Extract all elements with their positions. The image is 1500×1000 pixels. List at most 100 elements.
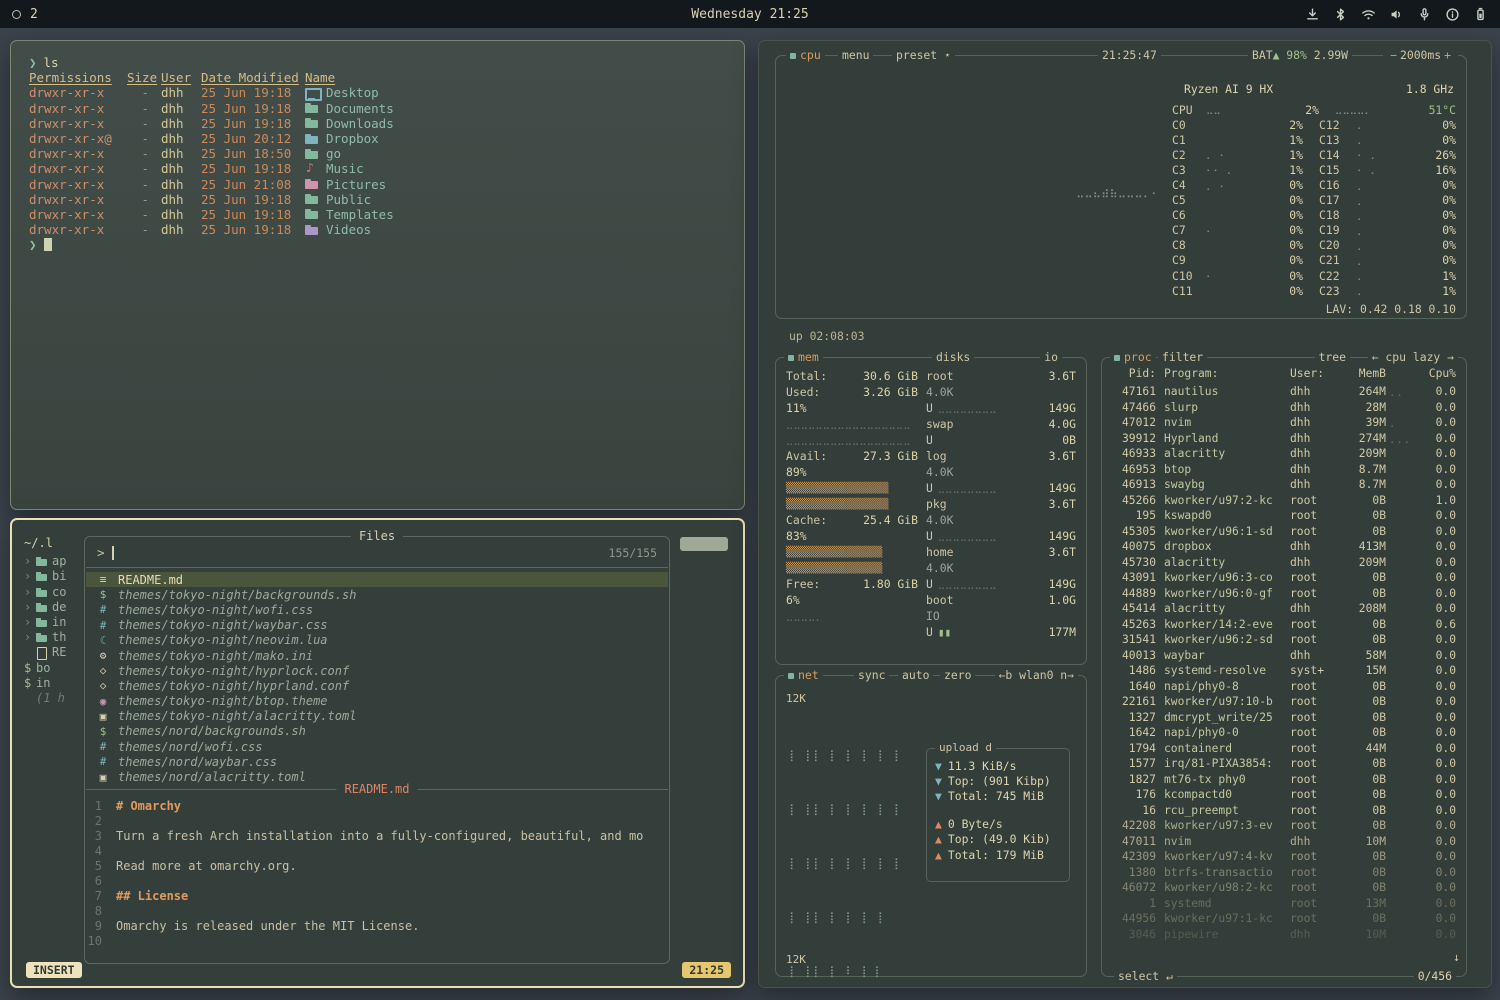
- picker-item[interactable]: # themes/tokyo-night/wofi.css: [86, 602, 668, 617]
- process-row[interactable]: 1486 systemd-resolve syst+ 15M 0.0: [1110, 663, 1458, 679]
- process-row[interactable]: 1380 btrfs-transactio root 0B 0.0: [1110, 865, 1458, 881]
- menu-button[interactable]: menu: [838, 48, 873, 63]
- user-column-header[interactable]: User:: [1284, 367, 1334, 380]
- io-toggle[interactable]: io: [1040, 350, 1062, 365]
- picker-item[interactable]: # themes/nord/wofi.css: [86, 739, 668, 754]
- tree-item[interactable]: $ in: [24, 676, 92, 691]
- picker-item[interactable]: ◇ themes/tokyo-night/hyprland.conf: [86, 678, 668, 693]
- program-column-header[interactable]: Program:: [1156, 367, 1284, 380]
- mem-panel-title[interactable]: mem: [784, 350, 823, 365]
- wifi-icon[interactable]: [1361, 7, 1376, 22]
- picker-item[interactable]: ◇ themes/tokyo-night/hyprlock.conf: [86, 663, 668, 678]
- process-row[interactable]: 42309 kworker/u97:4-kv root 0B 0.0: [1110, 849, 1458, 865]
- zero-toggle[interactable]: zero: [940, 668, 975, 683]
- process-row[interactable]: 46933 alacritty dhh 209M 0.0: [1110, 446, 1458, 462]
- process-row[interactable]: 1577 irq/81-PIXA3854: root 0B 0.0: [1110, 756, 1458, 772]
- disks-toggle[interactable]: disks: [932, 350, 974, 365]
- picker-item[interactable]: # themes/tokyo-night/waybar.css: [86, 618, 668, 633]
- sync-toggle[interactable]: sync: [854, 668, 889, 683]
- workspace-number[interactable]: 2: [30, 7, 38, 22]
- tree-item[interactable]: › in: [24, 615, 92, 630]
- process-row[interactable]: 22161 kworker/u97:10-b root 0B 0.0: [1110, 694, 1458, 710]
- tree-item[interactable]: $ bo: [24, 661, 92, 676]
- cpu-column-header[interactable]: Cpu%: [1418, 367, 1460, 380]
- process-row[interactable]: 45730 alacritty dhh 209M 0.0: [1110, 555, 1458, 571]
- cpu-panel-title[interactable]: cpu: [786, 48, 825, 63]
- process-row[interactable]: 45414 alacritty dhh 208M 0.0: [1110, 601, 1458, 617]
- interval-decrease-button[interactable]: −: [1387, 48, 1400, 62]
- process-row[interactable]: 3046 pipewire dhh 10M 0.0: [1110, 927, 1458, 943]
- process-row[interactable]: 47012 nvim dhh 39M ⡀ 0.0: [1110, 415, 1458, 431]
- ls-file-row: drwxr-xr-x - dhh 25 Jun 19:18 Videos: [29, 222, 730, 237]
- picker-item[interactable]: ▣ themes/tokyo-night/alacritty.toml: [86, 709, 668, 724]
- process-row[interactable]: 1642 napi/phy0-0 root 0B 0.0: [1110, 725, 1458, 741]
- picker-scrollbar-thumb[interactable]: [680, 537, 728, 551]
- tree-toggle-button[interactable]: tree: [1315, 350, 1350, 365]
- picker-item[interactable]: ☾ themes/tokyo-night/neovim.lua: [86, 633, 668, 648]
- process-row[interactable]: 31541 kworker/u96:2-sd root 0B 0.0: [1110, 632, 1458, 648]
- tree-item[interactable]: › th: [24, 630, 92, 645]
- tree-item[interactable]: › ap: [24, 554, 92, 569]
- process-row[interactable]: 47466 slurp dhh 28M 0.0: [1110, 400, 1458, 416]
- picker-item[interactable]: $ themes/nord/backgrounds.sh: [86, 724, 668, 739]
- tray-arrow-icon[interactable]: [1305, 7, 1320, 22]
- picker-item[interactable]: # themes/nord/waybar.css: [86, 754, 668, 769]
- sort-column-selector[interactable]: ← cpu lazy →: [1368, 350, 1458, 365]
- tree-item[interactable]: › co: [24, 585, 92, 600]
- process-row[interactable]: 45305 kworker/u96:1-sd root 0B 0.0: [1110, 524, 1458, 540]
- workspace-indicator-icon[interactable]: [12, 10, 21, 19]
- process-row[interactable]: 1794 containerd root 44M 0.0: [1110, 741, 1458, 757]
- volume-icon[interactable]: [1389, 7, 1404, 22]
- picker-item[interactable]: $ themes/tokyo-night/backgrounds.sh: [86, 587, 668, 602]
- process-row[interactable]: 44956 kworker/u97:1-kc root 0B 0.0: [1110, 911, 1458, 927]
- process-row[interactable]: 45266 kworker/u97:2-kc root 0B 1.0: [1110, 493, 1458, 509]
- preset-button[interactable]: preset ⋆: [892, 48, 955, 63]
- interface-selector[interactable]: ←b wlan0 n→: [995, 668, 1078, 683]
- auto-toggle[interactable]: auto: [898, 668, 933, 683]
- process-row[interactable]: 1640 napi/phy0-8 root 0B 0.0: [1110, 679, 1458, 695]
- tree-item-icon: [36, 617, 47, 628]
- process-row[interactable]: 45263 kworker/14:2-eve root 0B 0.6: [1110, 617, 1458, 633]
- process-row[interactable]: 42208 kworker/u97:3-ev root 0B 0.0: [1110, 818, 1458, 834]
- process-row[interactable]: 176 kcompactd0 root 0B 0.0: [1110, 787, 1458, 803]
- process-row[interactable]: 39912 Hyprland dhh 274M ⡀⡀⡀ 0.0: [1110, 431, 1458, 447]
- process-row[interactable]: 16 rcu_preempt root 0B 0.0: [1110, 803, 1458, 819]
- mem-column-header[interactable]: MemB: [1334, 367, 1386, 380]
- process-row[interactable]: 44889 kworker/u96:0-gf root 0B 0.0: [1110, 586, 1458, 602]
- interval-increase-button[interactable]: +: [1441, 48, 1454, 62]
- process-row[interactable]: 1327 dmcrypt_write/25 root 0B 0.0: [1110, 710, 1458, 726]
- picker-item[interactable]: ◉ themes/tokyo-night/btop.theme: [86, 694, 668, 709]
- process-row[interactable]: 40075 dropbox dhh 413M 0.0: [1110, 539, 1458, 555]
- clock[interactable]: Wednesday 21:25: [691, 7, 808, 22]
- process-row[interactable]: 1 systemd root 13M 0.0: [1110, 896, 1458, 912]
- tree-item[interactable]: (1 h: [24, 691, 92, 706]
- proc-panel-title[interactable]: proc: [1110, 350, 1156, 365]
- info-icon[interactable]: [1445, 7, 1460, 22]
- select-hint[interactable]: select ↵: [1114, 969, 1177, 984]
- battery-icon[interactable]: [1473, 7, 1488, 22]
- pid-column-header[interactable]: Pid:: [1110, 367, 1156, 380]
- picker-search-input[interactable]: > 155/155: [97, 542, 657, 563]
- active-prompt-line[interactable]: ❯: [29, 237, 730, 252]
- tree-item[interactable]: › bi: [24, 569, 92, 584]
- bluetooth-icon[interactable]: [1333, 7, 1348, 22]
- filter-button[interactable]: filter: [1158, 350, 1207, 365]
- process-row[interactable]: 195 kswapd0 root 0B 0.0: [1110, 508, 1458, 524]
- tree-root-path[interactable]: ~/.l: [24, 536, 92, 551]
- process-row[interactable]: 43091 kworker/u96:3-co root 0B 0.0: [1110, 570, 1458, 586]
- net-stat-line: ▼ Total: 745 MiB: [935, 788, 1061, 803]
- scroll-down-indicator[interactable]: ↓: [1453, 950, 1460, 964]
- mic-icon[interactable]: [1417, 7, 1432, 22]
- process-row[interactable]: 40013 waybar dhh 58M 0.0: [1110, 648, 1458, 664]
- process-row[interactable]: 46913 swaybg dhh 8.7M 0.0: [1110, 477, 1458, 493]
- process-row[interactable]: 1827 mt76-tx phy0 root 0B 0.0: [1110, 772, 1458, 788]
- process-row[interactable]: 47011 nvim dhh 10M 0.0: [1110, 834, 1458, 850]
- process-row[interactable]: 46953 btop dhh 8.7M 0.0: [1110, 462, 1458, 478]
- process-row[interactable]: 47161 nautilus dhh 264M ⡀⡀ 0.0: [1110, 384, 1458, 400]
- picker-item[interactable]: ≡ README.md: [86, 572, 668, 587]
- tree-item[interactable]: RE: [24, 645, 92, 660]
- process-row[interactable]: 46072 kworker/u98:2-kc root 0B 0.0: [1110, 880, 1458, 896]
- tree-item[interactable]: › de: [24, 600, 92, 615]
- net-panel-title[interactable]: net: [784, 668, 823, 683]
- picker-item[interactable]: ⚙ themes/tokyo-night/mako.ini: [86, 648, 668, 663]
